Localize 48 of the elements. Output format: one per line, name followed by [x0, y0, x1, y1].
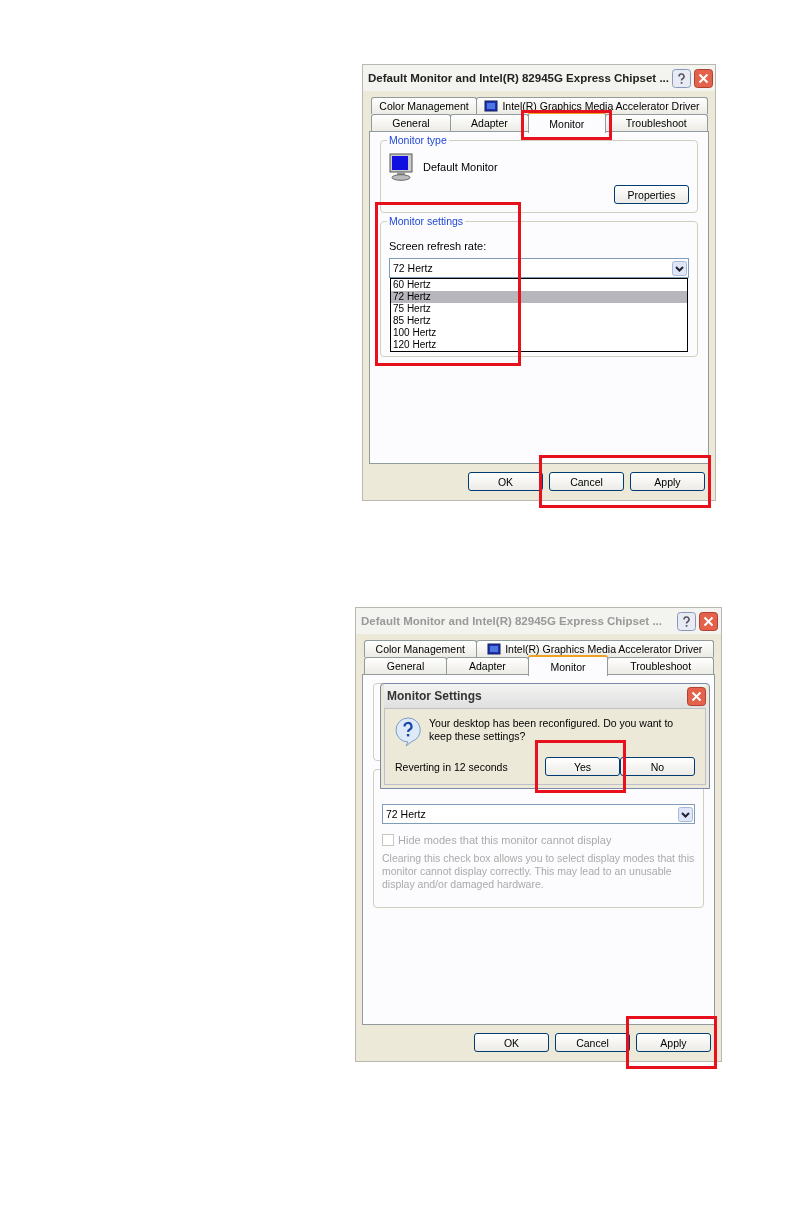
tab[interactable]: Monitor — [528, 112, 606, 133]
dropdown-option[interactable]: 60 Hertz — [391, 279, 687, 291]
tab[interactable]: Intel(R) Graphics Media Accelerator Driver — [475, 640, 714, 657]
group-title: Monitor type — [387, 134, 449, 146]
description-text: Clearing this check box allows you to select display modes that this monitor cannot display correctly. This may lead to an unusable display and/or damaged hardware. — [382, 852, 695, 891]
window-title: Default Monitor and Intel(R) 82945G Express Chipset ... — [361, 615, 663, 627]
button[interactable]: No — [620, 757, 695, 776]
button[interactable]: OK — [468, 472, 543, 491]
button[interactable]: Apply — [630, 472, 705, 491]
tab[interactable]: Intel(R) Graphics Media Accelerator Driver — [476, 97, 708, 114]
tab[interactable]: General — [371, 114, 451, 131]
button[interactable]: Cancel — [555, 1033, 630, 1052]
group-title: Monitor settings — [387, 215, 466, 227]
dropdown-option[interactable]: 100 Hertz — [391, 327, 687, 339]
tab[interactable]: Adapter — [449, 114, 530, 131]
button[interactable]: Yes — [545, 757, 620, 776]
tab[interactable]: Adapter — [446, 657, 529, 674]
button[interactable]: Apply — [636, 1033, 711, 1052]
close-icon[interactable] — [699, 611, 718, 631]
dropdown-option[interactable]: 120 Hertz — [391, 339, 687, 351]
driver-icon — [484, 100, 499, 112]
tab[interactable]: Troubleshoot — [607, 657, 714, 674]
countdown-text: Reverting in 12 seconds — [395, 760, 509, 773]
tab[interactable]: Monitor — [527, 655, 609, 676]
checkbox-label: Hide modes that this monitor cannot display — [398, 834, 612, 846]
dropdown-option[interactable]: 85 Hertz — [391, 315, 687, 327]
close-icon[interactable] — [687, 686, 706, 706]
monitor-icon — [389, 153, 413, 181]
button[interactable]: Cancel — [549, 472, 624, 491]
tab[interactable]: Troubleshoot — [604, 114, 708, 131]
help-icon[interactable] — [672, 68, 691, 88]
dropdown-option[interactable]: 72 Hertz — [391, 291, 687, 303]
window-title: Default Monitor and Intel(R) 82945G Express Chipset ... — [368, 72, 669, 84]
refresh-rate-dropdown[interactable]: 72 Hertz — [382, 804, 695, 824]
tab[interactable]: Color Management — [364, 640, 477, 657]
field-label: Screen refresh rate: — [389, 240, 488, 252]
monitor-name: Default Monitor — [423, 161, 498, 173]
button[interactable]: OK — [474, 1033, 549, 1052]
dialog-title: Monitor Settings — [387, 689, 483, 703]
tab[interactable]: General — [364, 657, 448, 674]
close-icon[interactable] — [694, 68, 713, 88]
properties-button[interactable]: Properties — [614, 185, 689, 204]
help-icon[interactable] — [677, 611, 696, 631]
dialog-message: Your desktop has been reconfigured. Do you want to keep these settings? — [429, 717, 675, 743]
tab[interactable]: Color Management — [371, 97, 478, 114]
driver-icon — [487, 643, 502, 655]
question-icon — [395, 717, 421, 747]
dropdown-option[interactable]: 75 Hertz — [391, 303, 687, 315]
